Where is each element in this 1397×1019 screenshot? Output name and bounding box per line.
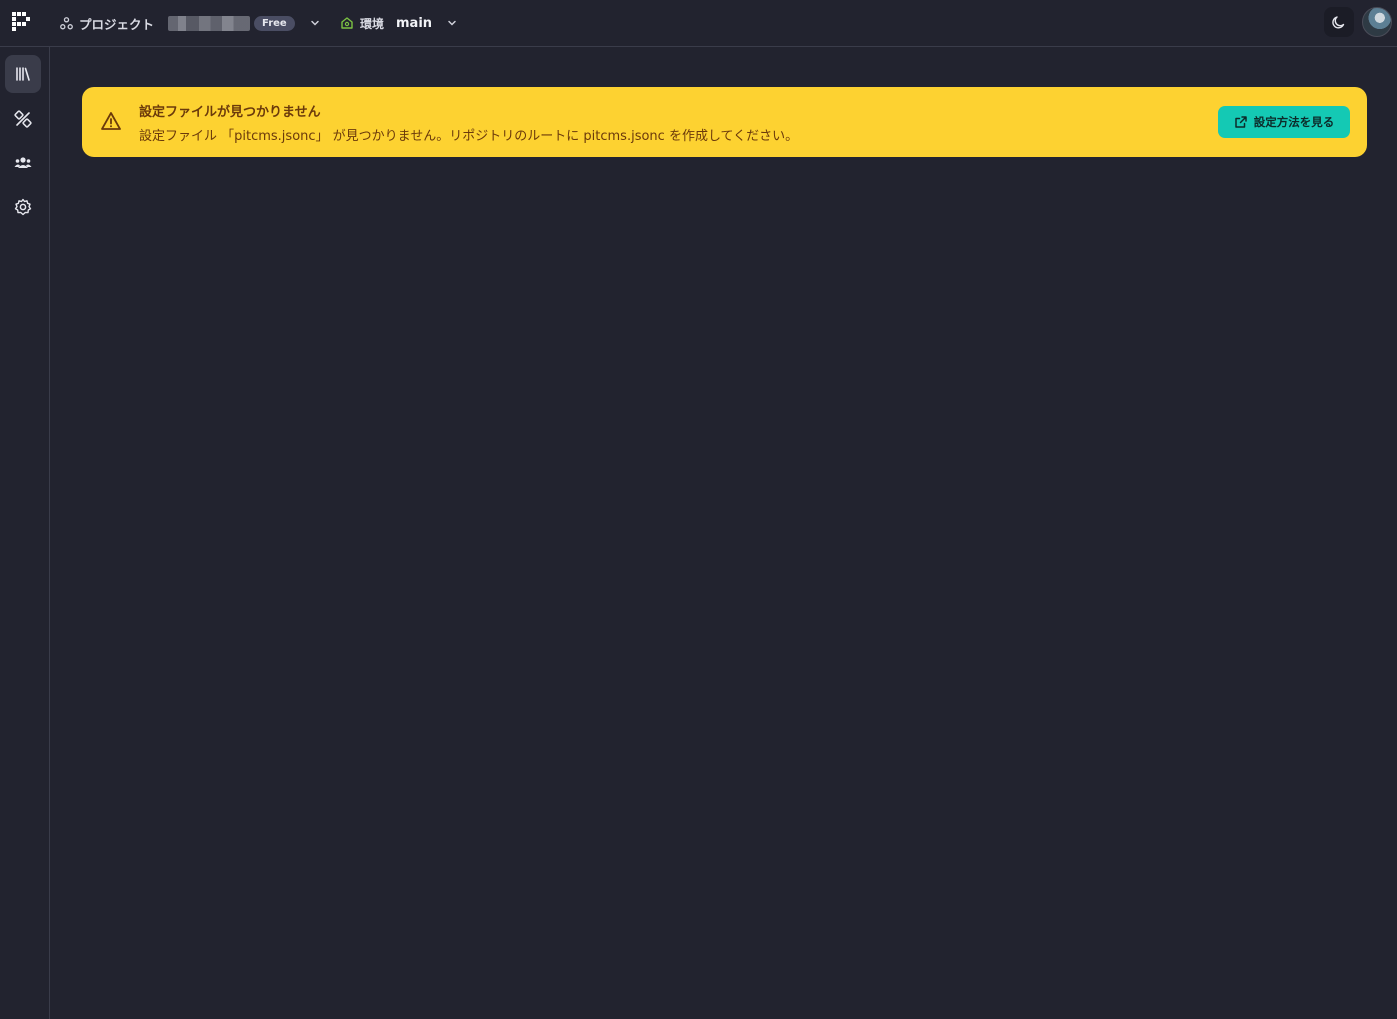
- project-icon: [60, 16, 73, 29]
- plan-badge: Free: [254, 15, 295, 31]
- project-selector[interactable]: プロジェクト Free: [60, 0, 321, 46]
- design-tools-icon: [14, 110, 32, 128]
- warning-icon: [101, 112, 121, 130]
- sidebar-item-design[interactable]: [5, 100, 41, 138]
- project-name-redacted: [168, 15, 251, 31]
- library-icon: [16, 67, 30, 81]
- config-missing-alert: 設定ファイルが見つかりません 設定ファイル 「pitcms.jsonc」 が見つ…: [82, 87, 1367, 157]
- environment-icon: [341, 17, 353, 29]
- moon-icon: [1332, 16, 1345, 29]
- view-setup-guide-label: 設定方法を見る: [1253, 115, 1335, 129]
- environment-selector[interactable]: 環境 main: [340, 0, 458, 46]
- top-bar: プロジェクト Free 環境 main: [0, 0, 1397, 47]
- view-setup-guide-button[interactable]: 設定方法を見る: [1218, 106, 1350, 138]
- sidebar-item-library[interactable]: [5, 55, 41, 93]
- sidebar-item-settings[interactable]: [5, 188, 41, 226]
- alert-message: 設定ファイル 「pitcms.jsonc」 が見つかりません。リポジトリのルート…: [139, 129, 799, 144]
- external-link-icon: [1235, 116, 1247, 128]
- sidebar-item-members[interactable]: [5, 144, 41, 182]
- alert-title: 設定ファイルが見つかりません: [139, 105, 321, 120]
- chevron-down-icon: [310, 20, 319, 26]
- chevron-down-icon: [448, 20, 456, 26]
- sidebar: [0, 47, 50, 1019]
- user-avatar[interactable]: [1362, 7, 1392, 37]
- project-label: プロジェクト: [79, 16, 155, 32]
- environment-label: 環境: [360, 16, 385, 31]
- settings-icon: [14, 198, 32, 216]
- app-logo-icon[interactable]: [12, 12, 30, 32]
- branch-name: main: [396, 15, 433, 31]
- theme-toggle-button[interactable]: [1324, 7, 1354, 37]
- users-icon: [14, 157, 32, 168]
